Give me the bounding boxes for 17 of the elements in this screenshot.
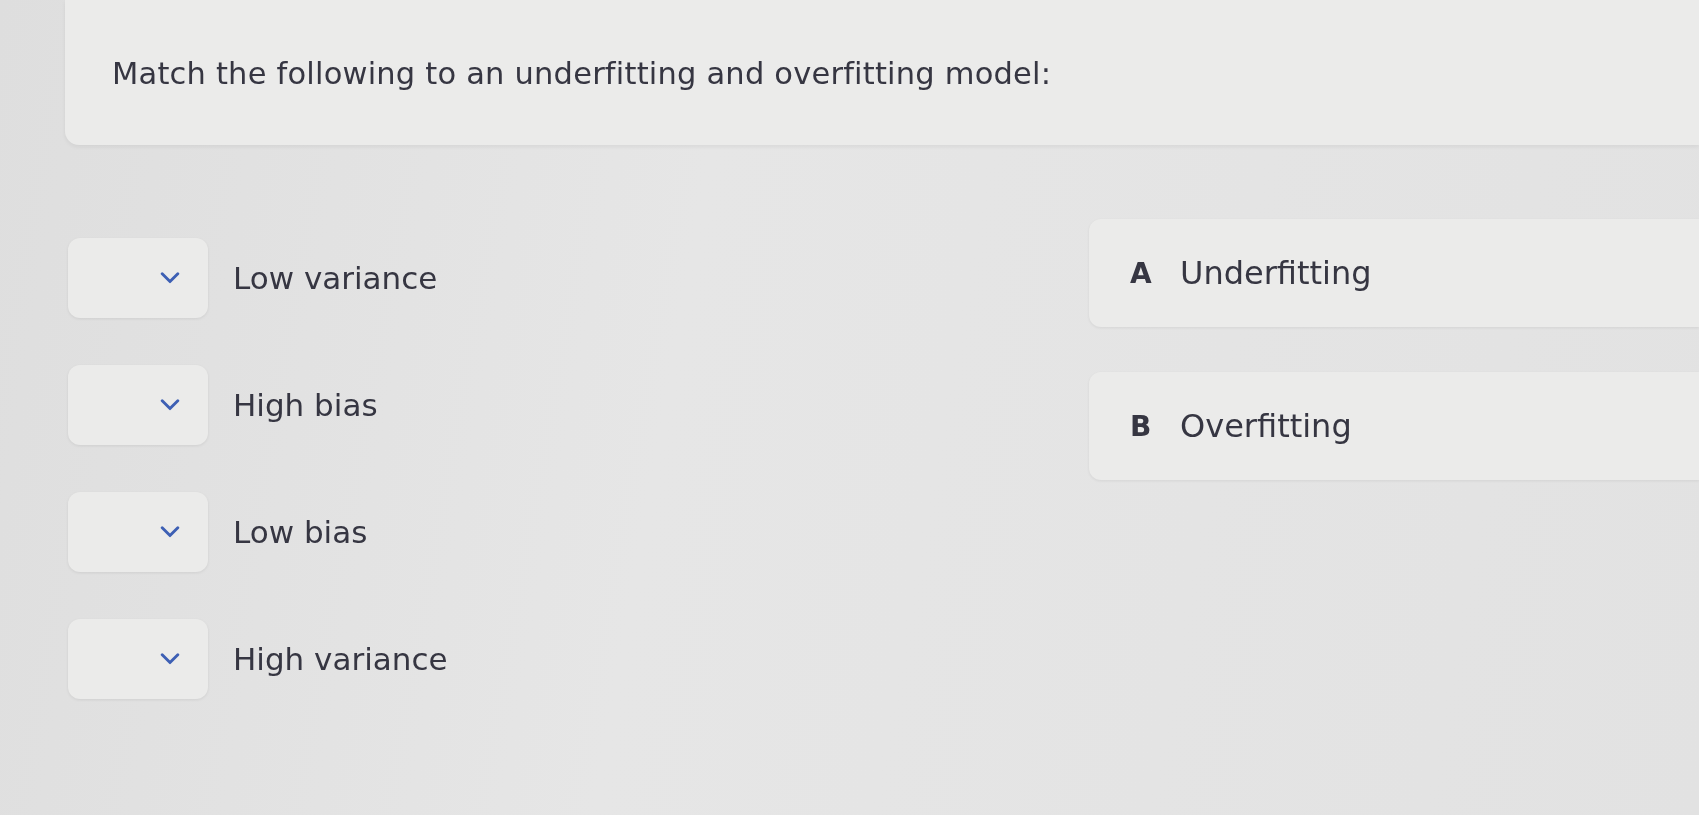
prompt-label: Low variance — [233, 260, 438, 296]
prompt-label: Low bias — [233, 514, 368, 550]
option-label: Underfitting — [1180, 254, 1372, 292]
answer-dropdown[interactable] — [68, 365, 208, 445]
chevron-down-icon — [160, 526, 180, 538]
option-label: Overfitting — [1180, 407, 1352, 445]
chevron-down-icon — [160, 399, 180, 411]
chevron-down-icon — [160, 653, 180, 665]
chevron-down-icon — [160, 272, 180, 284]
question-text: Match the following to an underfitting and overfitting model: — [112, 56, 1052, 91]
answer-dropdown[interactable] — [68, 238, 208, 318]
answer-dropdown[interactable] — [68, 619, 208, 699]
option-letter: A — [1130, 256, 1153, 290]
option-letter: B — [1130, 409, 1153, 443]
answer-dropdown[interactable] — [68, 492, 208, 572]
prompt-label: High variance — [233, 641, 448, 677]
prompt-label: High bias — [233, 387, 378, 423]
